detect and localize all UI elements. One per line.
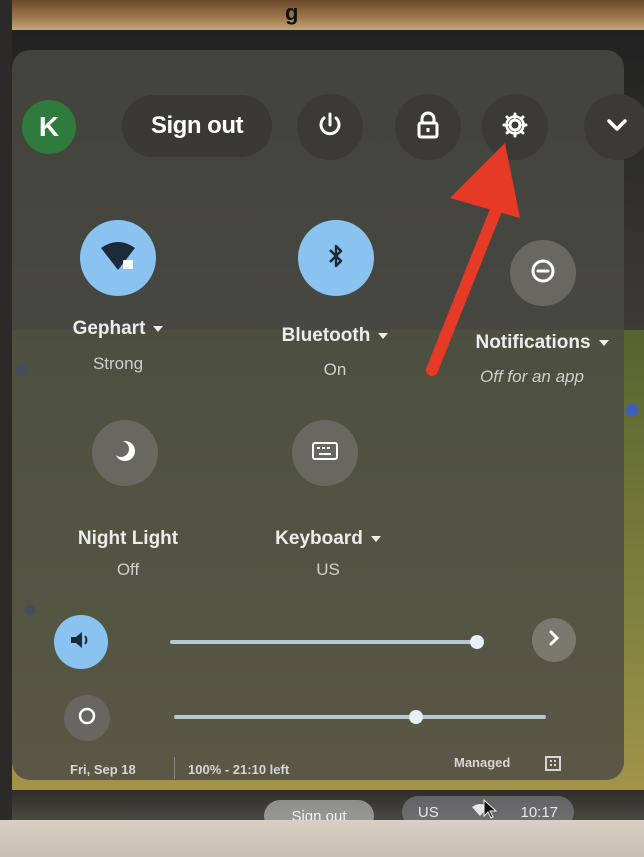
photo-bottom-edge xyxy=(0,820,644,857)
annotation-arrow xyxy=(426,143,520,376)
